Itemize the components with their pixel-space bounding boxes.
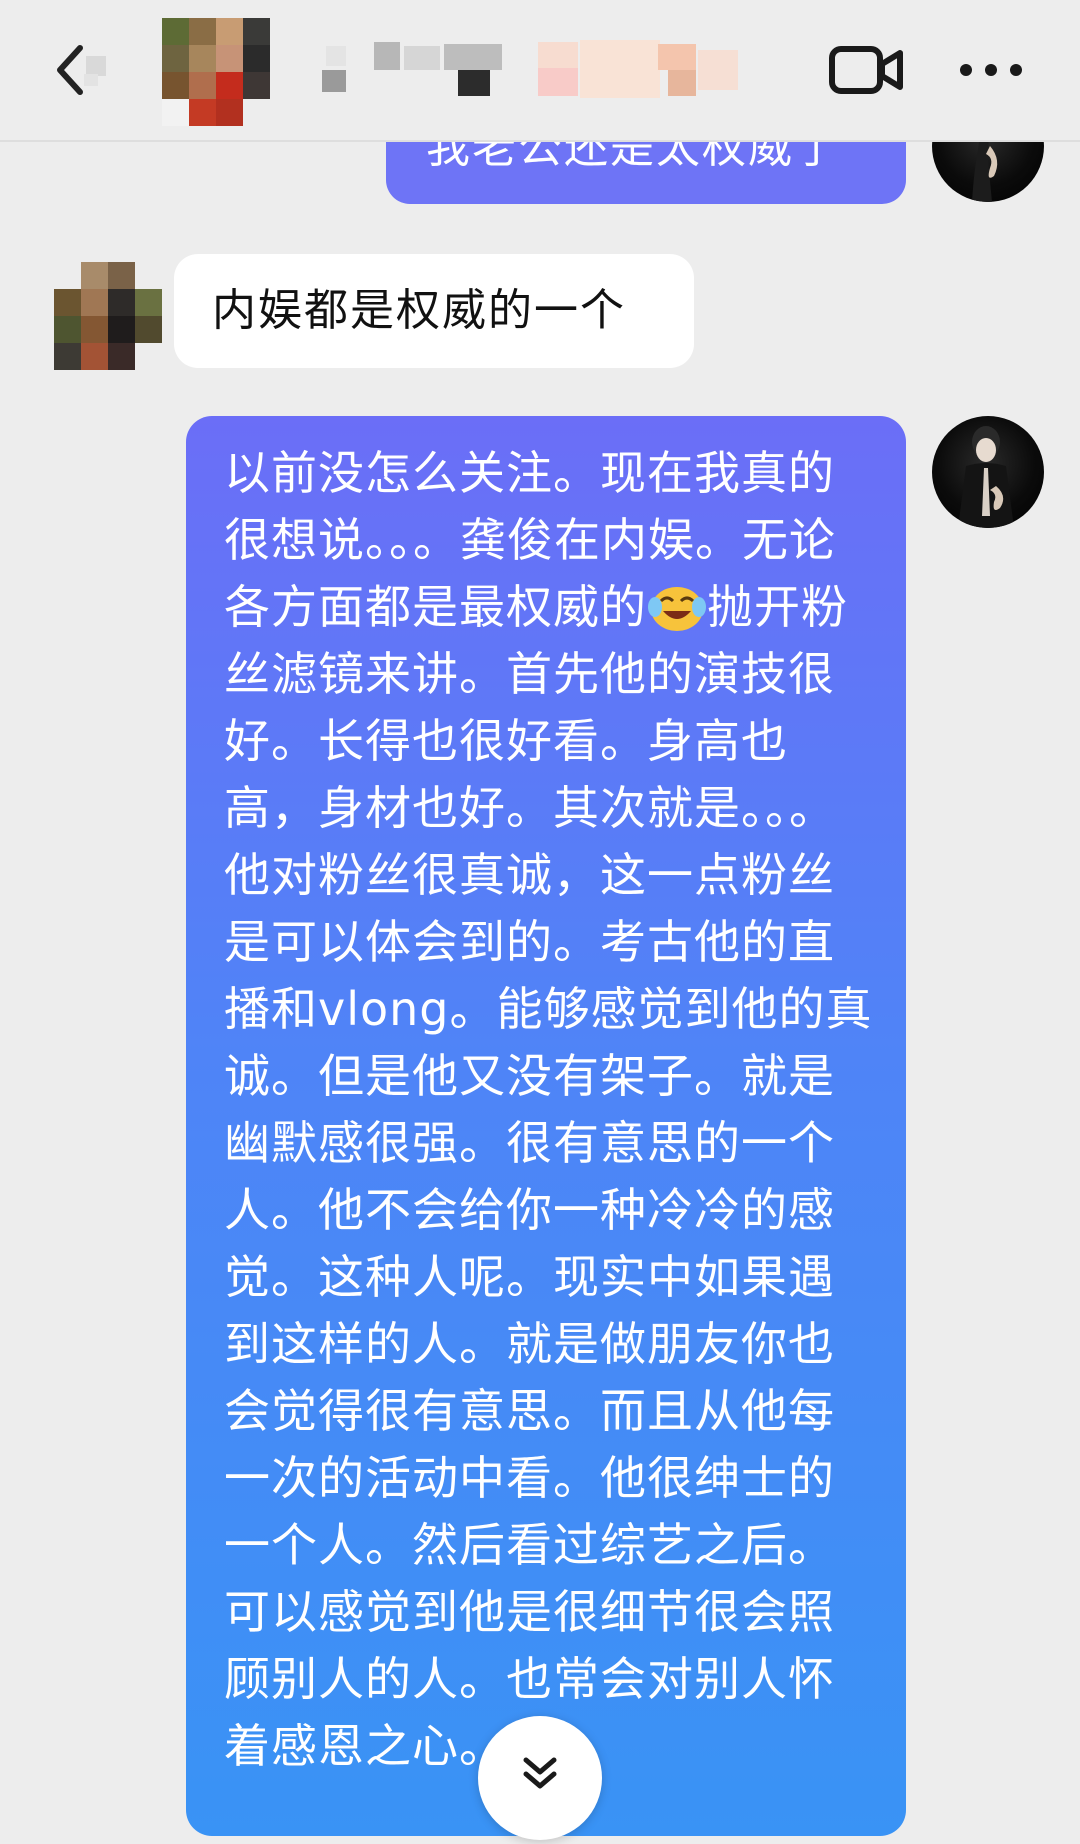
scroll-to-bottom-button[interactable] (478, 1716, 602, 1840)
crying-laughing-emoji-icon (647, 581, 707, 633)
more-dots-icon (960, 64, 1022, 76)
chevron-left-icon (57, 45, 106, 95)
message-bubble-self[interactable]: 以前没怎么关注。现在我真的很想说。。。龚俊在内娱。无论各方面都是最权威的 抛开粉… (186, 416, 906, 1836)
video-camera-icon (829, 46, 903, 94)
message-bubble-other[interactable]: 内娱都是权威的一个 (174, 254, 694, 368)
message-text-block: 以前没怎么关注。现在我真的很想说。。。龚俊在内娱。无论各方面都是最权威的 抛开粉… (224, 440, 876, 1780)
contact-avatar[interactable] (162, 18, 270, 126)
contact-name-text (318, 40, 319, 41)
more-options-button[interactable] (956, 52, 1026, 88)
message-text-part-2: 抛开粉丝滤镜来讲。首先他的演技很好。长得也很好看。身高也高，身材也好。其次就是。… (224, 580, 873, 1773)
chat-header (0, 0, 1080, 142)
contact-avatar-small[interactable] (54, 262, 162, 370)
contact-name[interactable] (318, 40, 758, 100)
self-avatar[interactable] (932, 416, 1044, 528)
back-button[interactable] (44, 36, 124, 104)
message-text: 内娱都是权威的一个 (212, 285, 626, 336)
double-chevron-down-icon (523, 1757, 557, 1789)
video-call-button[interactable] (828, 44, 904, 96)
